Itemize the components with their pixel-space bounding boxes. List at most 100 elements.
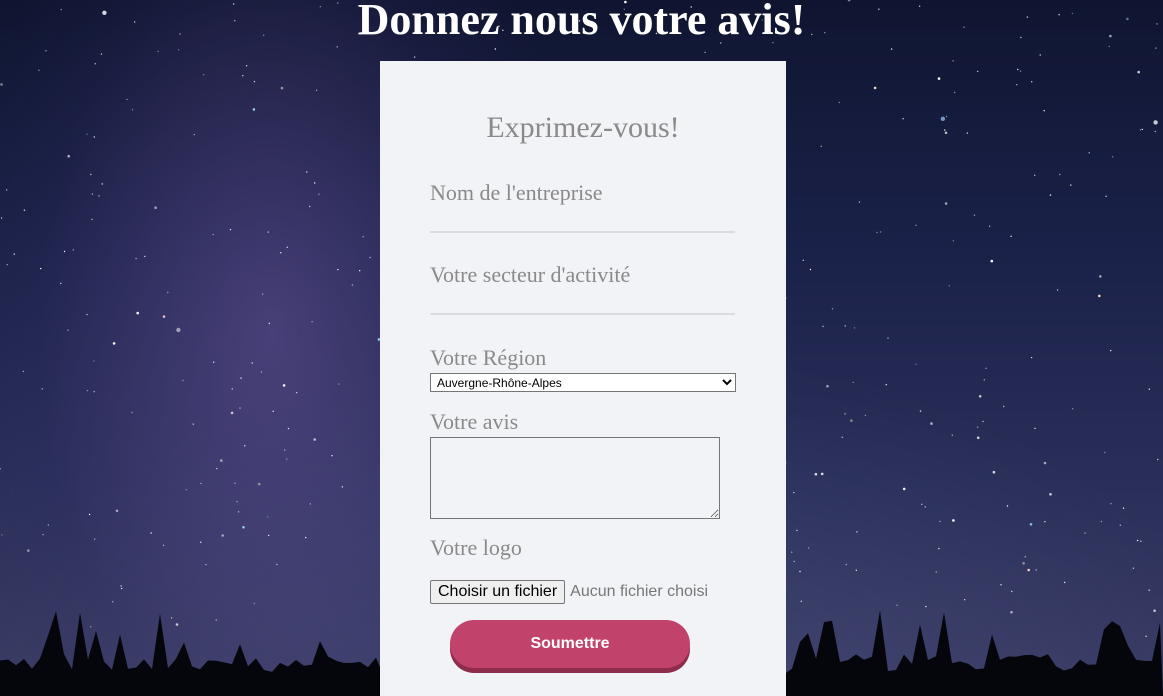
sector-input[interactable] bbox=[430, 279, 735, 315]
star bbox=[952, 240, 954, 242]
company-name-input[interactable] bbox=[430, 197, 735, 233]
star bbox=[1064, 581, 1066, 584]
star bbox=[800, 600, 802, 602]
star bbox=[262, 293, 264, 295]
star bbox=[885, 384, 887, 386]
star bbox=[112, 342, 116, 345]
star bbox=[314, 182, 316, 184]
choose-file-button[interactable]: Choisir un fichier bbox=[430, 580, 566, 604]
star bbox=[90, 626, 92, 628]
star bbox=[136, 311, 139, 315]
star bbox=[844, 325, 846, 327]
opinion-textarea[interactable] bbox=[430, 437, 720, 519]
star bbox=[135, 257, 137, 260]
star bbox=[983, 379, 985, 381]
star bbox=[1044, 521, 1046, 523]
star bbox=[193, 133, 195, 136]
star bbox=[1019, 70, 1022, 72]
star bbox=[170, 617, 173, 619]
region-select[interactable]: Auvergne-Rhône-Alpes bbox=[430, 373, 736, 392]
star bbox=[1034, 174, 1036, 176]
star bbox=[63, 250, 66, 253]
star bbox=[852, 381, 854, 384]
star bbox=[305, 536, 307, 539]
star bbox=[284, 449, 286, 451]
star bbox=[939, 520, 941, 523]
star bbox=[413, 56, 416, 58]
star bbox=[185, 489, 187, 491]
star bbox=[1056, 289, 1059, 291]
star bbox=[0, 83, 3, 86]
star bbox=[359, 270, 361, 272]
star bbox=[841, 436, 843, 438]
star bbox=[1084, 532, 1086, 534]
file-status-text: Aucun fichier choisi bbox=[570, 583, 708, 600]
star bbox=[964, 599, 966, 601]
star bbox=[799, 570, 801, 573]
star bbox=[131, 411, 133, 414]
star bbox=[1017, 68, 1019, 71]
star bbox=[887, 337, 889, 339]
star bbox=[1098, 294, 1101, 298]
star bbox=[237, 511, 240, 513]
star bbox=[704, 51, 706, 54]
star bbox=[896, 604, 898, 606]
submit-button[interactable]: Soumettre bbox=[450, 620, 690, 668]
star bbox=[41, 388, 43, 390]
star bbox=[951, 434, 953, 436]
star bbox=[1, 534, 3, 536]
star bbox=[313, 438, 317, 441]
star bbox=[1157, 458, 1159, 461]
star bbox=[1145, 635, 1147, 637]
star bbox=[252, 108, 256, 111]
star bbox=[921, 503, 923, 505]
star bbox=[826, 384, 829, 388]
star bbox=[1034, 427, 1036, 430]
star bbox=[266, 516, 269, 518]
star bbox=[858, 201, 861, 203]
star bbox=[919, 410, 922, 412]
star bbox=[267, 231, 269, 233]
star bbox=[1011, 590, 1013, 593]
star bbox=[940, 116, 946, 122]
star bbox=[945, 115, 948, 118]
star bbox=[1148, 388, 1151, 390]
star bbox=[864, 414, 867, 417]
star bbox=[1141, 128, 1144, 131]
star bbox=[351, 284, 354, 286]
star bbox=[820, 145, 822, 147]
star bbox=[902, 118, 904, 120]
star bbox=[988, 225, 991, 227]
star bbox=[245, 65, 248, 67]
star bbox=[952, 60, 954, 62]
star bbox=[1154, 130, 1157, 133]
star bbox=[242, 526, 245, 529]
star bbox=[1035, 569, 1037, 571]
star bbox=[229, 228, 232, 231]
star bbox=[990, 259, 994, 263]
star bbox=[793, 491, 795, 494]
star bbox=[1136, 539, 1139, 542]
star bbox=[23, 209, 26, 211]
star bbox=[1140, 540, 1142, 542]
star bbox=[341, 486, 344, 488]
star bbox=[150, 532, 152, 534]
star bbox=[844, 413, 846, 415]
star bbox=[982, 420, 984, 423]
logo-file-picker: Choisir un fichier Aucun fichier choisi bbox=[430, 580, 708, 604]
star bbox=[793, 560, 795, 563]
star bbox=[856, 531, 858, 533]
star bbox=[796, 529, 798, 532]
star bbox=[853, 327, 856, 329]
star bbox=[45, 50, 47, 52]
star bbox=[120, 585, 122, 587]
star bbox=[820, 472, 824, 476]
star bbox=[94, 63, 96, 65]
region-label: Votre Région bbox=[430, 345, 547, 370]
star bbox=[977, 70, 979, 73]
star bbox=[121, 587, 123, 590]
star bbox=[992, 470, 996, 474]
star bbox=[240, 377, 242, 379]
star bbox=[1137, 70, 1140, 74]
star bbox=[236, 501, 238, 503]
